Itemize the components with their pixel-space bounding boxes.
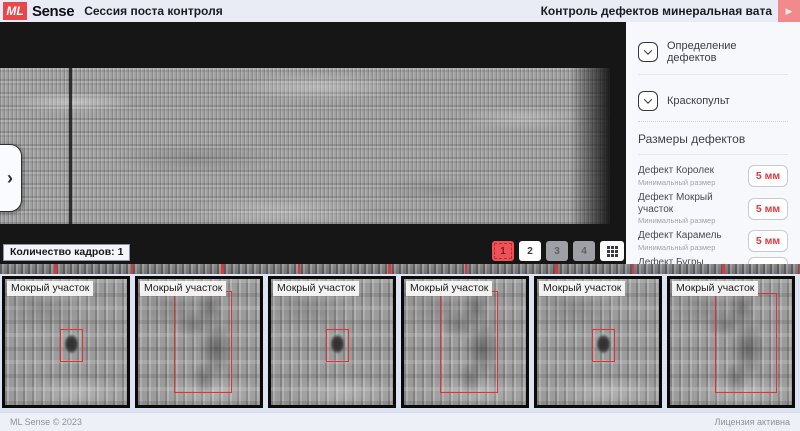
page-button-4[interactable]: 4 — [573, 241, 595, 261]
page-button-2[interactable]: 2 — [519, 241, 541, 261]
copyright-text: ML Sense © 2023 — [10, 417, 82, 427]
defect-bbox — [440, 291, 498, 393]
defect-name: Дефект Королек — [638, 165, 715, 177]
defect-size-row: Дефект Карамель Минимальный размер 5 мм — [638, 230, 788, 252]
defect-thumbnail[interactable]: Мокрый участок — [401, 276, 529, 408]
defect-size-value[interactable]: 0 мм — [748, 257, 788, 264]
section-label: Краскопульт — [667, 95, 730, 107]
defect-size-value[interactable]: 5 мм — [748, 230, 788, 252]
session-title: Сессия поста контроля — [84, 4, 223, 18]
defect-bbox — [592, 329, 615, 362]
defect-name: Дефект Мокрый участок — [638, 192, 748, 215]
logo-sense-text: Sense — [32, 3, 74, 20]
defect-bbox — [715, 293, 777, 393]
defect-bbox — [326, 329, 349, 362]
camera-viewer: › Количество кадров: 1 1 2 3 4 — [0, 22, 626, 264]
collapse-defect-detection-button[interactable] — [638, 42, 658, 62]
defect-thumbnail[interactable]: Мокрый участок — [534, 276, 662, 408]
defect-subtitle: Минимальный размер — [638, 243, 722, 252]
page-button-1[interactable]: 1 — [492, 241, 514, 261]
frame-seam — [69, 68, 72, 224]
defect-subtitle: Минимальный размер — [638, 216, 748, 225]
divider — [638, 121, 788, 122]
defect-size-row: Дефект Мокрый участок Минимальный размер… — [638, 192, 788, 225]
section-spray-gun: Краскопульт — [638, 85, 788, 121]
defect-subtitle: Минимальный размер — [638, 178, 715, 187]
page-button-3[interactable]: 3 — [546, 241, 568, 261]
defect-label: Мокрый участок — [406, 281, 492, 296]
defect-thumbnails-row: Мокрый участок Мокрый участок Мокрый уча… — [0, 274, 800, 412]
defect-size-value[interactable]: 5 мм — [748, 198, 788, 220]
pagination: 1 2 3 4 — [492, 241, 624, 261]
filmstrip-timeline — [0, 264, 800, 274]
collapse-spray-gun-button[interactable] — [638, 91, 658, 111]
divider — [638, 74, 788, 75]
play-icon: ▶ — [786, 7, 793, 16]
defect-label: Мокрый участок — [140, 281, 226, 296]
frames-count-badge: Количество кадров: 1 — [3, 244, 130, 261]
defect-name: Дефект Карамель — [638, 230, 722, 242]
defect-name: Дефект Бугры — [638, 257, 715, 264]
defect-size-value[interactable]: 5 мм — [748, 165, 788, 187]
footer: ML Sense © 2023 Лицензия активна — [0, 412, 800, 431]
chevron-right-icon: › — [3, 169, 13, 187]
start-session-button[interactable]: ▶ — [778, 0, 800, 22]
divider — [638, 154, 788, 155]
top-bar: ML Sense Сессия поста контроля Контроль … — [0, 0, 800, 22]
defect-label: Мокрый участок — [672, 281, 758, 296]
defect-label: Мокрый участок — [539, 281, 625, 296]
app-window: ML Sense Сессия поста контроля Контроль … — [0, 0, 800, 431]
chevron-down-icon — [644, 46, 652, 54]
expand-drawer-button[interactable]: › — [0, 144, 22, 212]
defect-sizes-title: Размеры дефектов — [638, 132, 788, 146]
grid-view-button[interactable] — [600, 241, 624, 261]
settings-sidebar: Определение дефектов Краскопульт Размеры… — [626, 22, 800, 264]
grid-icon — [607, 246, 618, 257]
defect-bbox — [174, 291, 232, 393]
defect-thumbnail[interactable]: Мокрый участок — [268, 276, 396, 408]
defect-size-row: Дефект Бугры Минимальный размер 0 мм — [638, 257, 788, 264]
defect-label: Мокрый участок — [273, 281, 359, 296]
logo-ml-badge: ML — [3, 2, 27, 20]
defect-label: Мокрый участок — [7, 281, 93, 296]
section-defect-detection: Определение дефектов — [638, 34, 788, 74]
defect-thumbnail[interactable]: Мокрый участок — [2, 276, 130, 408]
defect-thumbnail[interactable]: Мокрый участок — [667, 276, 795, 408]
chevron-down-icon — [644, 95, 652, 103]
control-title: Контроль дефектов минеральная вата — [541, 4, 778, 18]
panorama-image — [0, 68, 610, 224]
defect-thumbnail[interactable]: Мокрый участок — [135, 276, 263, 408]
license-status: Лицензия активна — [715, 417, 790, 427]
app-logo[interactable]: ML Sense — [3, 2, 74, 20]
panorama-right-fade — [570, 68, 610, 224]
section-label: Определение дефектов — [667, 40, 788, 64]
defect-bbox — [60, 329, 83, 362]
defect-size-row: Дефект Королек Минимальный размер 5 мм — [638, 165, 788, 187]
